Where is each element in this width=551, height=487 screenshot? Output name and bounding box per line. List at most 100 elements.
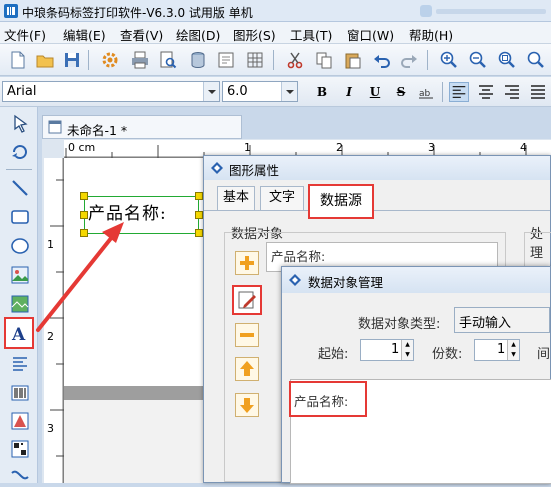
data-type-label: 数据对象类型:: [358, 317, 441, 332]
move-up-button[interactable]: [235, 357, 259, 381]
data-type-select[interactable]: 手动输入: [454, 307, 550, 333]
dialog-app-icon: [289, 274, 301, 286]
picture-frame-icon[interactable]: [9, 293, 31, 315]
menu-tools[interactable]: 工具(T): [290, 25, 332, 44]
redo-icon[interactable]: [399, 50, 419, 70]
zoom-fit-icon[interactable]: [497, 50, 517, 70]
print-icon[interactable]: [130, 50, 150, 70]
char-spacing-icon[interactable]: ab: [416, 82, 436, 102]
tab-text[interactable]: 文字: [260, 186, 304, 210]
data-type-value: 手动输入: [459, 316, 512, 331]
font-name-select[interactable]: Arial: [2, 81, 220, 102]
edit-data-object-button[interactable]: [232, 285, 262, 315]
align-center-icon[interactable]: [476, 82, 496, 102]
menu-bar: 文件(F) 编辑(E) 查看(V) 绘图(D) 图形(S) 工具(T) 窗口(W…: [0, 22, 551, 44]
chevron-down-icon[interactable]: [203, 82, 219, 101]
spin-up-icon[interactable]: ▲: [507, 340, 519, 350]
copies-spinner[interactable]: 1 ▲ ▼: [474, 339, 520, 361]
ruler-mark-1: 1: [244, 141, 251, 154]
arrow-down-icon: [240, 398, 254, 413]
toolbar-separator: [442, 82, 443, 102]
resize-handle[interactable]: [80, 192, 88, 200]
start-spinner[interactable]: 1 ▲ ▼: [360, 339, 414, 361]
dialog-app-icon: [211, 162, 223, 174]
font-size-value: 6.0: [227, 84, 248, 99]
document-tab[interactable]: 未命名-1 *: [42, 115, 242, 139]
database-icon[interactable]: [188, 50, 208, 70]
curve-tool-icon[interactable]: [9, 465, 31, 487]
resize-handle[interactable]: [80, 229, 88, 237]
align-left-icon[interactable]: [449, 82, 469, 102]
spin-down-icon[interactable]: ▼: [507, 350, 519, 360]
copy-icon[interactable]: [314, 50, 334, 70]
tab-basic[interactable]: 基本: [217, 186, 255, 210]
spin-up-icon[interactable]: ▲: [401, 340, 413, 350]
copies-value: 1: [497, 342, 506, 357]
dialog-title: 数据对象管理: [308, 275, 384, 290]
menu-edit[interactable]: 编辑(E): [63, 25, 106, 44]
resize-handle[interactable]: [195, 192, 203, 200]
grid-icon[interactable]: [245, 50, 265, 70]
content-highlight: 产品名称:: [289, 381, 367, 417]
qrcode-tool-icon[interactable]: [9, 438, 31, 460]
cut-icon[interactable]: [285, 50, 305, 70]
main-toolbar: [0, 44, 551, 76]
add-data-object-button[interactable]: [235, 251, 259, 275]
text-tool-button[interactable]: A: [4, 317, 34, 349]
barcode-tool-icon[interactable]: [9, 382, 31, 404]
menu-help[interactable]: 帮助(H): [409, 25, 453, 44]
align-right-icon[interactable]: [502, 82, 522, 102]
resize-handle[interactable]: [80, 211, 88, 219]
toolbox-separator: [6, 169, 32, 170]
zoom-out-icon[interactable]: [468, 50, 488, 70]
resize-handle[interactable]: [195, 211, 203, 219]
chevron-down-icon[interactable]: [281, 82, 297, 101]
image-tool-icon[interactable]: [9, 264, 31, 286]
data-object-item[interactable]: 产品名称:: [271, 246, 325, 265]
align-justify-icon[interactable]: [528, 82, 548, 102]
rotate-icon[interactable]: [9, 141, 31, 163]
toolbar-separator: [427, 50, 428, 70]
dialog-header: 图形属性: [204, 156, 550, 180]
font-size-select[interactable]: 6.0: [222, 81, 298, 102]
minus-icon: [240, 333, 254, 337]
new-file-icon[interactable]: [8, 50, 28, 70]
menu-draw[interactable]: 绘图(D): [176, 25, 220, 44]
font-name-value: Arial: [7, 84, 37, 99]
menu-window[interactable]: 窗口(W): [347, 25, 394, 44]
bold-button[interactable]: B: [313, 83, 331, 101]
spin-down-icon[interactable]: ▼: [401, 350, 413, 360]
open-folder-icon[interactable]: [35, 50, 55, 70]
rich-text-icon[interactable]: [9, 353, 31, 375]
menu-shape[interactable]: 图形(S): [233, 25, 276, 44]
menu-view[interactable]: 查看(V): [120, 25, 163, 44]
move-down-button[interactable]: [235, 393, 259, 417]
save-icon[interactable]: [62, 50, 82, 70]
underline-button[interactable]: U: [366, 83, 384, 101]
remove-data-object-button[interactable]: [235, 323, 259, 347]
shape-tool-icon[interactable]: [9, 410, 31, 432]
ellipse-tool-icon[interactable]: [9, 235, 31, 257]
rectangle-tool-icon[interactable]: [9, 206, 31, 228]
ruler-mark-3: 3: [428, 141, 435, 154]
italic-button[interactable]: I: [340, 83, 358, 101]
zoom-actual-icon[interactable]: [526, 50, 546, 70]
text-a-icon: A: [11, 325, 26, 345]
page-setup-icon[interactable]: [216, 50, 236, 70]
select-pointer-icon[interactable]: [9, 113, 31, 135]
paste-icon[interactable]: [343, 50, 363, 70]
content-text[interactable]: 产品名称:: [294, 391, 348, 410]
label-text-object[interactable]: 产品名称:: [88, 199, 167, 224]
menu-file[interactable]: 文件(F): [4, 25, 46, 44]
edit-pencil-icon: [238, 291, 256, 309]
interval-label: 间隔: [537, 347, 551, 362]
tab-datasource[interactable]: 数据源: [308, 184, 374, 219]
settings-gear-icon[interactable]: [100, 50, 120, 70]
ruler-origin-label: 0 cm: [68, 141, 96, 154]
undo-icon[interactable]: [372, 50, 392, 70]
strikethrough-button[interactable]: S: [392, 83, 410, 101]
zoom-in-icon[interactable]: [439, 50, 459, 70]
resize-handle[interactable]: [195, 229, 203, 237]
print-preview-icon[interactable]: [158, 50, 178, 70]
line-tool-icon[interactable]: [9, 177, 31, 199]
